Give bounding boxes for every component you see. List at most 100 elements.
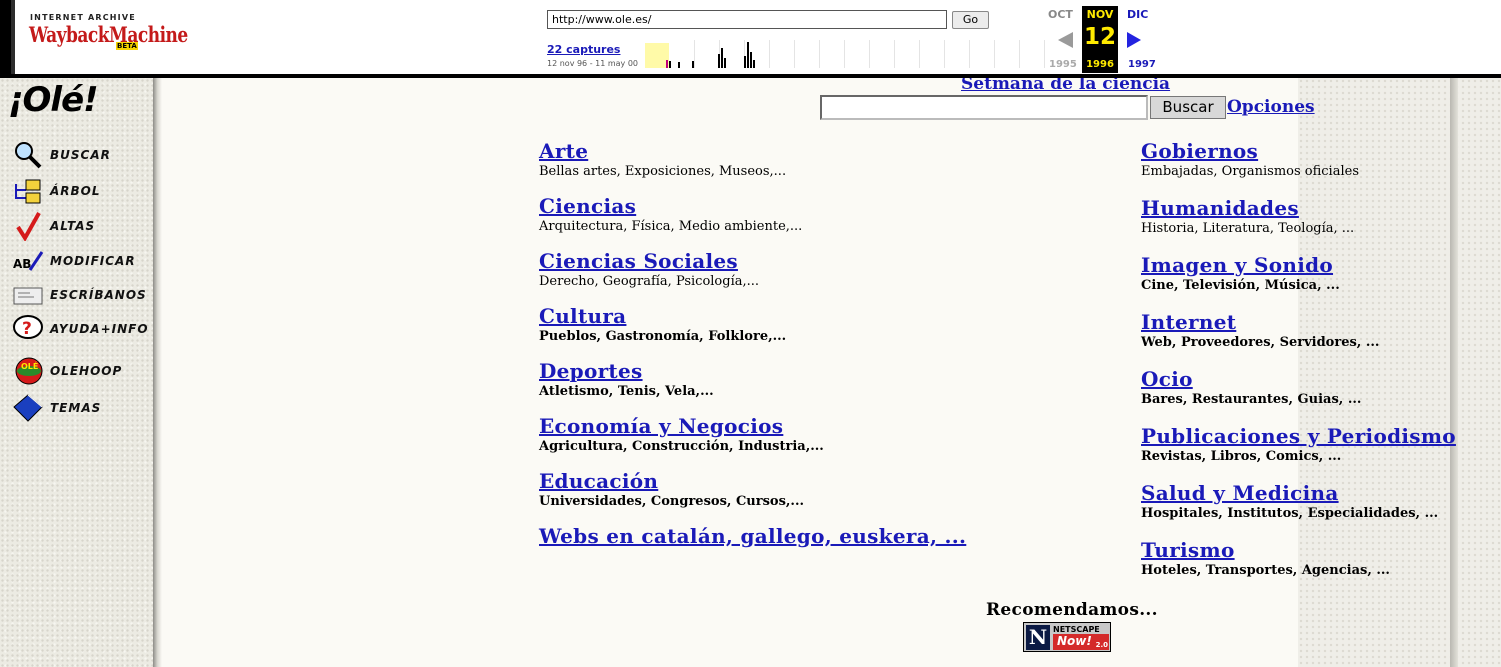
category-link[interactable]: Publicaciones y Periodismo (1141, 424, 1456, 448)
opciones-link[interactable]: Opciones (1227, 97, 1315, 117)
nav-label: ÁRBOL (50, 184, 101, 198)
category-subtitle: Bares, Restaurantes, Guias, ... (1141, 392, 1362, 407)
category-subtitle: Hospitales, Institutos, Especialidades, … (1141, 506, 1439, 521)
category-humanidades: Humanidades Historia, Literatura, Teolog… (1141, 196, 1354, 236)
category-ciencias-sociales: Ciencias Sociales Derecho, Geografía, Ps… (539, 249, 759, 289)
magnifier-icon (15, 142, 42, 169)
category-turismo: Turismo Hoteles, Transportes, Agencias, … (1141, 538, 1390, 578)
category-economia: Economía y Negocios Agricultura, Constru… (539, 414, 824, 454)
category-link[interactable]: Turismo (1141, 538, 1390, 562)
recomendamos-heading: Recomendamos... (986, 600, 1158, 620)
category-link[interactable]: Webs en catalán, gallego, euskera, ... (539, 524, 966, 548)
nav-escribanos[interactable]: ESCRÍBANOS (12, 280, 147, 310)
wayback-beta-badge: BETA (116, 42, 138, 50)
nav-label: TEMAS (50, 401, 102, 415)
wayback-logo[interactable]: INTERNET ARCHIVE WaybackMachine BETA (16, 2, 188, 72)
sparkline-highlight (645, 43, 669, 68)
category-subtitle: Revistas, Libros, Comics, ... (1141, 449, 1342, 464)
current-day: 12 (1083, 24, 1116, 50)
category-subtitle: Cine, Televisión, Música, ... (1141, 278, 1340, 293)
category-ciencias: Ciencias Arquitectura, Física, Medio amb… (539, 194, 802, 234)
wayback-logo-top: INTERNET ARCHIVE (30, 13, 136, 22)
category-link[interactable]: Ciencias Sociales (539, 249, 759, 273)
nav-buscar[interactable]: BUSCAR (12, 140, 111, 170)
current-year: 1996 (1086, 59, 1114, 70)
category-link[interactable]: Humanidades (1141, 196, 1354, 220)
next-capture-arrow-icon[interactable] (1127, 32, 1141, 48)
svg-text:AB: AB (13, 257, 31, 271)
category-subtitle: Universidades, Congresos, Cursos,... (539, 494, 805, 509)
category-link[interactable]: Arte (539, 139, 786, 163)
category-webs-lenguas: Webs en catalán, gallego, euskera, ... (539, 524, 966, 548)
url-input[interactable]: http://www.ole.es/ (547, 10, 947, 29)
nav-modificar[interactable]: AB MODIFICAR (12, 246, 136, 276)
book-icon (13, 394, 43, 422)
prev-year-link[interactable]: 1995 (1049, 59, 1077, 70)
category-subtitle: Embajadas, Organismos oficiales (1141, 164, 1359, 179)
capture-sparkline[interactable] (645, 40, 1045, 70)
current-month: NOV (1086, 8, 1114, 21)
category-link[interactable]: Economía y Negocios (539, 414, 824, 438)
category-subtitle: Arquitectura, Física, Medio ambiente,... (539, 219, 803, 234)
netscape-now-badge[interactable]: N NETSCAPE Now! 2.0 (1023, 622, 1111, 652)
wayback-logo-main: WaybackMachine (29, 23, 188, 48)
svg-text:?: ? (22, 319, 32, 339)
category-imagen-sonido: Imagen y Sonido Cine, Televisión, Música… (1141, 253, 1340, 293)
nav-olehoop[interactable]: OLÉ OLEHOOP (12, 356, 122, 386)
checkmark-icon (16, 212, 41, 241)
ole-logo[interactable]: ¡Olé! (8, 80, 99, 120)
sparkline-bars (666, 42, 755, 68)
category-link[interactable]: Salud y Medicina (1141, 481, 1438, 505)
category-subtitle: Derecho, Geografía, Psicología,... (539, 274, 760, 289)
next-month-link[interactable]: DIC (1127, 8, 1148, 21)
category-link[interactable]: Ocio (1141, 367, 1361, 391)
captures-link[interactable]: 22 captures (547, 43, 620, 56)
category-publicaciones: Publicaciones y Periodismo Revistas, Lib… (1141, 424, 1456, 464)
pencil-edit-icon: AB (13, 251, 44, 271)
wayback-toolbar: INTERNET ARCHIVE WaybackMachine BETA htt… (0, 0, 1501, 78)
category-link[interactable]: Cultura (539, 304, 786, 328)
envelope-icon (13, 287, 43, 305)
category-arte: Arte Bellas artes, Exposiciones, Museos,… (539, 139, 786, 179)
svg-text:OLÉ: OLÉ (21, 360, 38, 371)
category-link[interactable]: Internet (1141, 310, 1379, 334)
nav-altas[interactable]: ALTAS (12, 211, 95, 241)
category-cultura: Cultura Pueblos, Gastronomía, Folklore,.… (539, 304, 786, 344)
olehoop-logo-icon: OLÉ (15, 357, 43, 385)
category-link[interactable]: Deportes (539, 359, 714, 383)
folder-tree-icon (15, 179, 41, 204)
nav-label: AYUDA+INFO (50, 322, 149, 336)
nav-label: BUSCAR (50, 148, 111, 162)
nav-label: OLEHOOP (50, 364, 123, 378)
category-link[interactable]: Imagen y Sonido (1141, 253, 1340, 277)
toolbar-left-edge-shade (11, 0, 15, 74)
netscape-version: 2.0 (1095, 641, 1108, 649)
category-link[interactable]: Gobiernos (1141, 139, 1359, 163)
nav-temas[interactable]: TEMAS (12, 393, 101, 423)
nav-label: MODIFICAR (50, 254, 136, 268)
category-salud: Salud y Medicina Hospitales, Institutos,… (1141, 481, 1438, 521)
right-panel-shadow (1450, 78, 1458, 667)
prev-capture-arrow-icon[interactable] (1058, 32, 1073, 48)
category-link[interactable]: Educación (539, 469, 804, 493)
left-panel-shadow (153, 78, 162, 667)
category-ocio: Ocio Bares, Restaurantes, Guias, ... (1141, 367, 1361, 407)
category-subtitle: Bellas artes, Exposiciones, Museos,... (539, 164, 787, 179)
prev-month-link[interactable]: OCT (1048, 8, 1073, 21)
category-subtitle: Hoteles, Transportes, Agencias, ... (1141, 563, 1390, 578)
next-year-link[interactable]: 1997 (1128, 59, 1156, 70)
category-subtitle: Atletismo, Tenis, Vela,... (539, 384, 714, 399)
go-button[interactable]: Go (952, 11, 989, 29)
nav-ayuda-info[interactable]: ? AYUDA+INFO (12, 314, 149, 344)
category-subtitle: Pueblos, Gastronomía, Folklore,... (539, 329, 787, 344)
search-input[interactable] (820, 95, 1148, 120)
buscar-button[interactable]: Buscar (1150, 96, 1226, 119)
category-gobiernos: Gobiernos Embajadas, Organismos oficiale… (1141, 139, 1359, 179)
category-link[interactable]: Ciencias (539, 194, 802, 218)
nav-arbol[interactable]: ÁRBOL (12, 176, 101, 206)
category-subtitle: Historia, Literatura, Teología, ... (1141, 221, 1355, 236)
netscape-n-icon: N (1026, 625, 1050, 650)
current-date-box: NOV 12 1996 (1082, 6, 1118, 73)
nav-label: ESCRÍBANOS (50, 288, 147, 302)
captures-range: 12 nov 96 - 11 may 00 (547, 59, 638, 68)
